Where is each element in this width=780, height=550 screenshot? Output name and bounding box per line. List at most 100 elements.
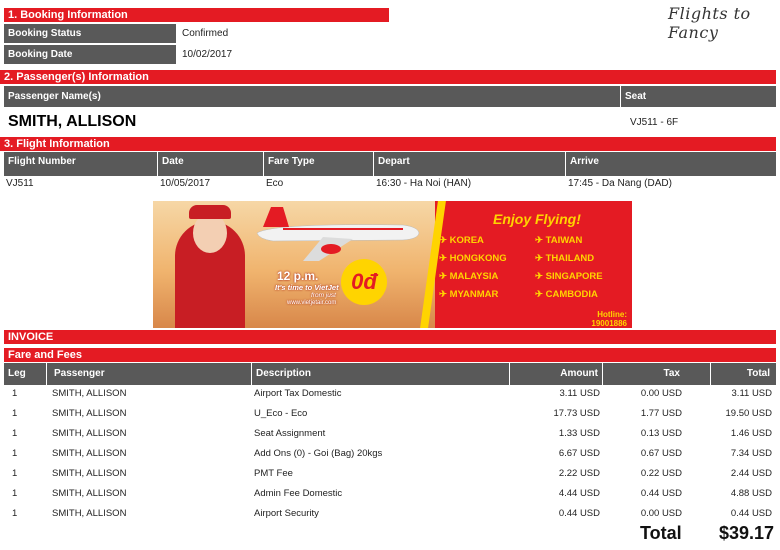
invoice-row: 1 SMITH, ALLISON Airport Tax Domestic 3.… <box>4 384 776 404</box>
cell-tax: 0.67 USD <box>640 448 682 459</box>
flight-col-arrive: Arrive <box>570 156 599 167</box>
passenger-seat-header: Seat <box>621 86 776 107</box>
cell-leg: 1 <box>12 488 18 499</box>
cell-amount: 2.22 USD <box>558 468 600 479</box>
hotline: Hotline: 19001886 <box>585 310 627 328</box>
destination-taiwan: TAIWAN <box>545 235 583 246</box>
cell-leg: 1 <box>12 508 18 519</box>
cell-leg: 1 <box>12 468 18 479</box>
destination-malaysia: MALAYSIA <box>449 271 499 282</box>
invoice-row: 1 SMITH, ALLISON Seat Assignment 1.33 US… <box>4 424 776 444</box>
flight-date: 10/05/2017 <box>160 178 211 189</box>
flight-depart: 16:30 - Ha Noi (HAN) <box>376 178 472 189</box>
destination-singapore: SINGAPORE <box>545 271 603 282</box>
cell-total: 3.11 USD <box>731 388 772 399</box>
destination-cambodia: CAMBODIA <box>545 289 598 300</box>
invoice-header-row: Leg Passenger Description Amount Tax Tot… <box>4 363 776 385</box>
cell-amount: 6.67 USD <box>558 448 600 459</box>
hotline-label: Hotline: <box>597 310 627 319</box>
cell-leg: 1 <box>12 408 18 419</box>
cell-tax: 0.22 USD <box>640 468 682 479</box>
cell-total: 2.44 USD <box>730 468 772 479</box>
flight-data-row: VJ511 10/05/2017 Eco 16:30 - Ha Noi (HAN… <box>4 178 776 192</box>
invoice-title: INVOICE <box>4 330 776 344</box>
promo-from: from just <box>311 292 336 299</box>
cell-amount: 4.44 USD <box>558 488 600 499</box>
invoice-col-amount: Amount <box>560 368 598 379</box>
invoice-row: 1 SMITH, ALLISON Add Ons (0) - Goi (Bag)… <box>4 444 776 464</box>
cell-passenger: SMITH, ALLISON <box>52 488 127 499</box>
invoice-col-tax: Tax <box>663 368 681 379</box>
attendant-face <box>193 213 227 253</box>
cell-leg: 1 <box>12 388 18 399</box>
passenger-name-header: Passenger Name(s) <box>4 86 620 107</box>
cell-amount: 1.33 USD <box>558 428 600 439</box>
cell-description: Seat Assignment <box>254 428 326 439</box>
cell-passenger: SMITH, ALLISON <box>52 388 127 399</box>
flight-col-number: Flight Number <box>8 156 76 167</box>
cell-description: Airport Security <box>254 508 319 519</box>
destination-myanmar: MYANMAR <box>449 289 499 300</box>
cell-leg: 1 <box>12 448 18 459</box>
cell-passenger: SMITH, ALLISON <box>52 508 127 519</box>
cell-passenger: SMITH, ALLISON <box>52 408 127 419</box>
booking-status-value: Confirmed <box>182 28 229 39</box>
cell-amount: 17.73 USD <box>553 408 600 419</box>
cell-passenger: SMITH, ALLISON <box>52 468 127 479</box>
booking-date-value: 10/02/2017 <box>182 49 233 60</box>
destination-thailand: THAILAND <box>545 253 595 264</box>
invoice-col-passenger: Passenger <box>54 368 105 379</box>
destination-hongkong: HONGKONG <box>449 253 507 264</box>
cell-leg: 1 <box>12 428 18 439</box>
booking-section-title: 1. Booking Information <box>4 8 389 22</box>
passenger-section-title: 2. Passenger(s) Information <box>0 70 776 84</box>
destination-korea: KOREA <box>449 235 484 246</box>
booking-date-label: Booking Date <box>4 45 176 64</box>
invoice-row: 1 SMITH, ALLISON Admin Fee Domestic 4.44… <box>4 484 776 504</box>
flight-section-title: 3. Flight Information <box>0 137 776 151</box>
cell-passenger: SMITH, ALLISON <box>52 448 127 459</box>
cell-tax: 0.00 USD <box>640 508 682 519</box>
hotline-number: 19001886 <box>591 319 627 328</box>
invoice-row: 1 SMITH, ALLISON Airport Security 0.44 U… <box>4 504 776 524</box>
promo-line: It's time to VietJet <box>275 283 339 292</box>
booking-status-label: Booking Status <box>4 24 176 43</box>
banner-headline: Enjoy Flying! <box>493 211 581 227</box>
flight-col-fare: Fare Type <box>268 156 315 167</box>
cell-description: Admin Fee Domestic <box>254 488 343 499</box>
cell-total: 19.50 USD <box>725 408 772 419</box>
brand-logo-text: Flights to Fancy <box>668 4 751 42</box>
promo-time: 12 p.m. <box>277 269 319 283</box>
invoice-col-total: Total <box>746 368 770 379</box>
total-label: Total <box>640 523 682 543</box>
cell-total: 7.34 USD <box>730 448 772 459</box>
invoice-row: 1 SMITH, ALLISON PMT Fee 2.22 USD 0.22 U… <box>4 464 776 484</box>
cell-description: Add Ons (0) - Goi (Bag) 20kgs <box>254 448 383 459</box>
invoice-row: 1 SMITH, ALLISON U_Eco - Eco 17.73 USD 1… <box>4 404 776 424</box>
cell-description: PMT Fee <box>254 468 293 479</box>
airplane-icon <box>256 207 420 261</box>
cell-description: U_Eco - Eco <box>254 408 308 419</box>
promo-url: www.vietjetair.com <box>287 300 337 306</box>
promo-banner[interactable]: 12 p.m. It's time to VietJet from just w… <box>153 201 632 328</box>
cell-description: Airport Tax Domestic <box>254 388 342 399</box>
flight-fare-type: Eco <box>266 178 284 189</box>
flight-number: VJ511 <box>6 178 34 189</box>
promo-price: 0đ <box>341 259 387 305</box>
invoice-col-description: Description <box>256 368 312 379</box>
invoice-subtitle: Fare and Fees <box>4 348 776 362</box>
passenger-name: SMITH, ALLISON <box>8 113 137 130</box>
flight-col-depart: Depart <box>378 156 410 167</box>
cell-tax: 0.00 USD <box>640 388 682 399</box>
flight-col-date: Date <box>162 156 184 167</box>
cell-tax: 1.77 USD <box>640 408 682 419</box>
cell-amount: 0.44 USD <box>558 508 600 519</box>
flight-header-row: Flight Number Date Fare Type Depart Arri… <box>4 152 776 176</box>
attendant-hat <box>189 205 231 219</box>
flight-arrive: 17:45 - Da Nang (DAD) <box>568 178 672 189</box>
total-value: $39.17 <box>718 523 774 543</box>
cell-amount: 3.11 USD <box>559 388 600 399</box>
cell-passenger: SMITH, ALLISON <box>52 428 127 439</box>
cell-tax: 0.13 USD <box>640 428 682 439</box>
invoice-col-leg: Leg <box>8 368 26 379</box>
